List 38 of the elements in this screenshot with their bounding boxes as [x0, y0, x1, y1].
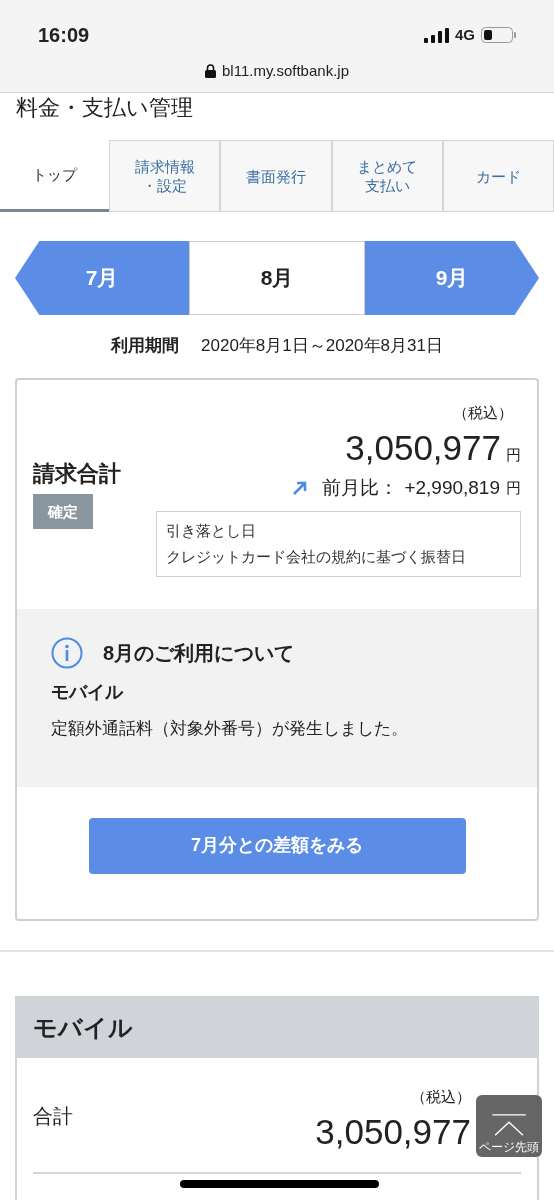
info-icon [51, 636, 83, 669]
notice-message: 定額外通話料（対象外番号）が発生しました。 [51, 717, 409, 740]
nav-tab[interactable]: まとめて 支払い [331, 140, 443, 212]
nav-tab[interactable]: 書面発行 [220, 140, 332, 212]
month-tab[interactable]: 9月 [365, 241, 539, 315]
nav-tab[interactable]: 請求情報 ・設定 [109, 140, 221, 212]
battery-icon [481, 27, 516, 43]
month-tab[interactable]: 8月 [189, 241, 365, 315]
signal-icon [424, 27, 449, 43]
comparison-value: +2,990,819 [404, 476, 500, 500]
billing-amount: 3,050,977 [345, 427, 501, 469]
total-label: 合計 [33, 1103, 73, 1129]
status-badge: 確定 [33, 493, 93, 529]
tax-note: （税込） [453, 402, 513, 423]
notice-title: 8月のご利用について [103, 640, 295, 666]
currency-label: 円 [506, 445, 521, 465]
page-title: 料金・支払い管理 [16, 95, 193, 120]
trend-up-icon [292, 480, 309, 497]
month-tab[interactable]: 7月 [15, 241, 189, 315]
url-text[interactable]: bl11.my.softbank.jp [222, 60, 349, 83]
currency-label: 円 [506, 478, 521, 498]
comparison-label: 前月比： [322, 476, 399, 500]
status-time: 16:09 [38, 23, 90, 48]
chevron-up-icon [489, 1113, 529, 1139]
period-label: 利用期間 [111, 335, 180, 357]
network-label: 4G [455, 24, 475, 45]
tax-note: （税込） [411, 1086, 471, 1107]
billing-title: 請求合計 [33, 459, 121, 488]
lock-icon [205, 64, 216, 79]
difference-button[interactable]: 7月分との差額をみる [88, 817, 466, 874]
debit-value: クレジットカード会社の規約に基づく振替日 [166, 546, 467, 567]
mobile-amount: 3,050,977 [315, 1111, 471, 1153]
back-to-top-button[interactable]: ページ先頭 [476, 1095, 542, 1157]
mobile-title: モバイル [33, 1012, 133, 1043]
period-value: 2020年8月1日～2020年8月31日 [201, 335, 443, 357]
notice-category: モバイル [51, 680, 125, 704]
nav-tab[interactable]: カード [442, 140, 554, 212]
debit-label: 引き落とし日 [166, 520, 257, 541]
